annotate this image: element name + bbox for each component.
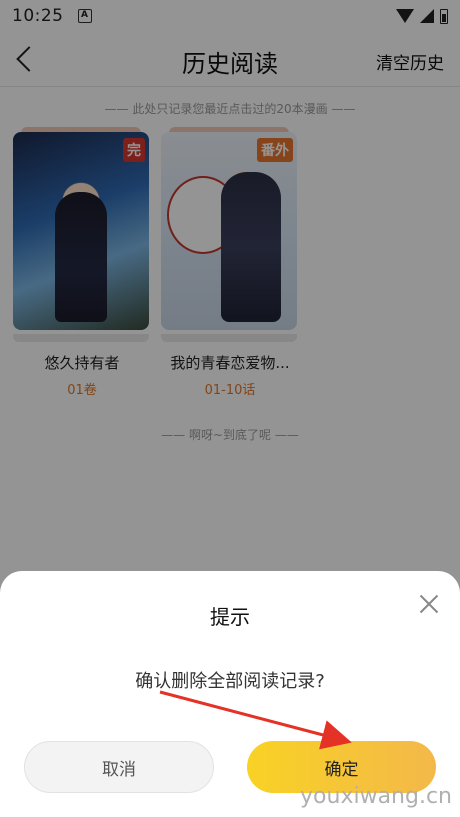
screen: 10:25 A 历史阅读 清空历史 —— 此处只记录您最近点击过的20本漫画 —… — [0, 0, 460, 817]
dialog-message: 确认删除全部阅读记录? — [135, 671, 325, 692]
dialog-title: 提示 — [210, 605, 250, 629]
watermark: youxiwang.cn — [300, 784, 452, 809]
close-icon[interactable] — [418, 593, 440, 615]
confirm-dialog: 提示 确认删除全部阅读记录? 取消 确定 — [0, 571, 460, 817]
cancel-button[interactable]: 取消 — [24, 741, 214, 793]
